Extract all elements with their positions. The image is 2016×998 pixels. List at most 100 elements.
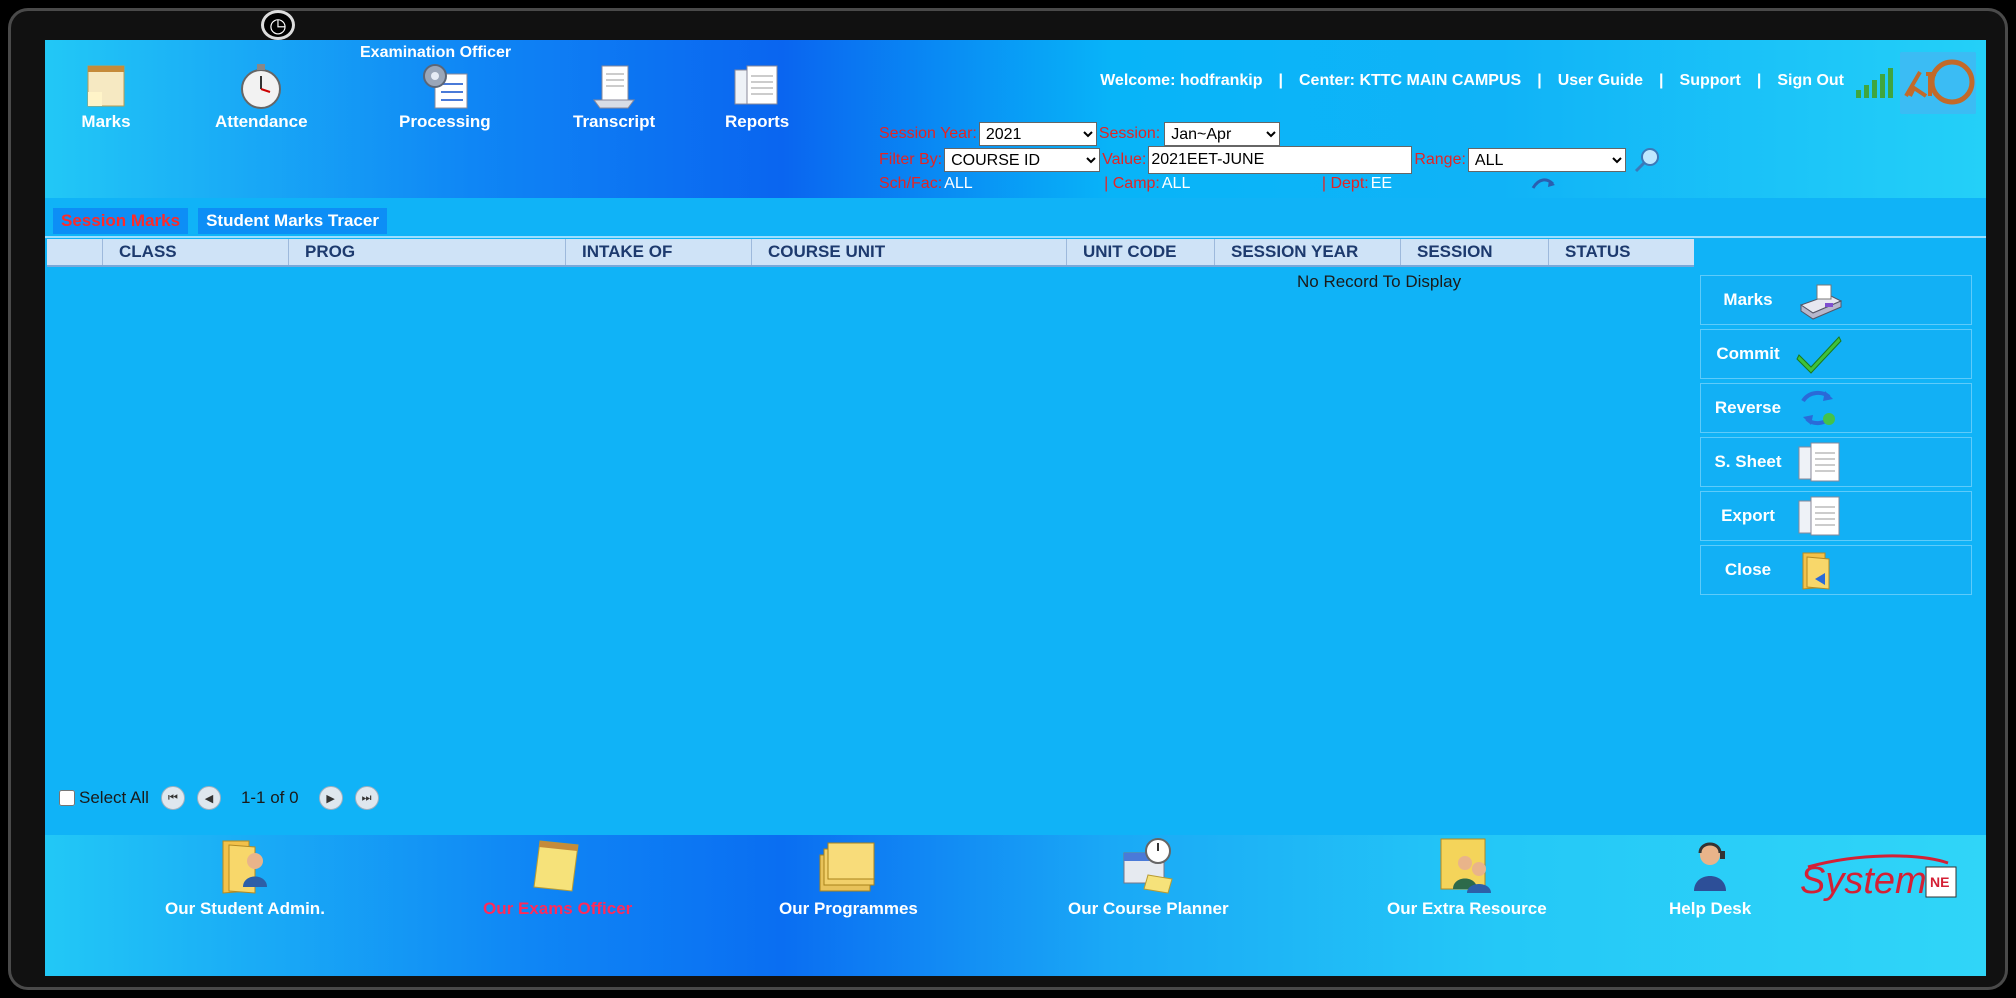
export-sheet-icon xyxy=(1798,496,1840,536)
schfac-label: Sch/Fac: xyxy=(879,175,943,192)
separator: | xyxy=(1659,72,1664,89)
folder-close-icon xyxy=(1802,552,1830,590)
column-prog[interactable]: PROG xyxy=(288,239,565,265)
footer-programmes[interactable]: Our Programmes xyxy=(779,835,918,919)
tab-bar: Session Marks Student Marks Tracer xyxy=(53,208,387,234)
prev-page-icon[interactable]: ◀ xyxy=(196,786,221,810)
dept-value: EE xyxy=(1370,175,1393,192)
role-title: Examination Officer xyxy=(360,44,512,61)
document-stack-icon xyxy=(593,65,636,109)
tab-session-marks[interactable]: Session Marks xyxy=(53,208,189,234)
brand-text: System xyxy=(1800,860,1927,902)
users-folder-icon xyxy=(1440,838,1491,893)
dept-label: | Dept: xyxy=(1321,175,1369,192)
session-year-label: Session Year: xyxy=(879,125,977,142)
footer: Our Student Admin. Our Exams Officer Our… xyxy=(45,835,1986,976)
footer-help-desk-label: Help Desk xyxy=(1669,899,1752,918)
footer-exams-officer-label: Our Exams Officer xyxy=(483,899,633,918)
notepad-icon xyxy=(87,65,125,107)
column-status[interactable]: STATUS xyxy=(1548,239,1694,265)
notepad-icon xyxy=(533,840,579,892)
next-page-icon[interactable]: ▶ xyxy=(318,786,343,810)
column-intake-of[interactable]: INTAKE OF xyxy=(565,239,751,265)
filter-by-select[interactable]: COURSE ID xyxy=(944,148,1101,172)
column-unit-code[interactable]: UNIT CODE xyxy=(1066,239,1214,265)
dept-picker-icon[interactable] xyxy=(1531,174,1557,194)
column-session-year[interactable]: SESSION YEAR xyxy=(1214,239,1400,265)
action-panel: Marks Commit Reverse S. Sheet Export Clo… xyxy=(1700,275,1972,599)
clock-icon: ◷ xyxy=(261,10,295,40)
svg-text:NE: NE xyxy=(1930,874,1949,890)
separator: | xyxy=(1756,72,1762,89)
nav-reports[interactable]: Reports xyxy=(725,62,789,132)
close-button[interactable]: Close xyxy=(1700,545,1972,595)
user-bar: Welcome: hodfrankip | Center: KTTC MAIN … xyxy=(1100,72,1844,90)
range-label: Range: xyxy=(1414,151,1466,168)
support-link[interactable]: Support xyxy=(1680,72,1741,90)
tab-student-marks-tracer[interactable]: Student Marks Tracer xyxy=(198,208,387,234)
commit-button-label: Commit xyxy=(1716,344,1780,363)
session-year-select[interactable]: 2021 xyxy=(978,122,1097,146)
tab-divider xyxy=(45,236,1986,238)
nav-marks-label: Marks xyxy=(81,112,131,131)
session-select[interactable]: Jan~Apr xyxy=(1164,122,1281,146)
s-sheet-button-label: S. Sheet xyxy=(1714,452,1782,471)
system-brand-logo: System NE xyxy=(1800,854,1957,902)
column-class[interactable]: CLASS xyxy=(102,239,288,265)
footer-help-desk[interactable]: Help Desk xyxy=(1669,835,1751,919)
user-guide-link[interactable]: User Guide xyxy=(1558,72,1643,90)
footer-programmes-label: Our Programmes xyxy=(779,899,918,918)
page-range-text: 1-1 of 0 xyxy=(240,788,299,807)
nav-reports-label: Reports xyxy=(725,112,790,131)
session-label: Session: xyxy=(1098,125,1161,142)
header: Examination Officer Marks Attendance Pro… xyxy=(45,40,1986,198)
export-button-label: Export xyxy=(1721,506,1775,525)
grid-header-select xyxy=(47,239,102,265)
column-session[interactable]: SESSION xyxy=(1400,239,1548,265)
nav-attendance-label: Attendance xyxy=(215,112,308,131)
footer-course-planner[interactable]: Our Course Planner xyxy=(1068,835,1229,919)
kttc-logo-icon xyxy=(1900,52,1976,114)
marks-button-label: Marks xyxy=(1723,290,1773,309)
checkmark-icon xyxy=(1796,336,1842,374)
s-sheet-button[interactable]: S. Sheet xyxy=(1700,437,1972,487)
commit-button[interactable]: Commit xyxy=(1700,329,1972,379)
grid-header: CLASS PROG INTAKE OF COURSE UNIT UNIT CO… xyxy=(47,239,1694,267)
nav-processing[interactable]: Processing xyxy=(399,62,491,132)
select-all[interactable]: Select All xyxy=(59,788,149,808)
device-frame: ◷ Examination Officer Marks Attendance P… xyxy=(8,8,2008,990)
nav-marks[interactable]: Marks xyxy=(80,62,132,132)
footer-extra-resource[interactable]: Our Extra Resource xyxy=(1387,835,1547,919)
footer-exams-officer[interactable]: Our Exams Officer xyxy=(483,835,632,919)
search-icon[interactable] xyxy=(1632,146,1662,174)
footer-student-admin[interactable]: Our Student Admin. xyxy=(165,835,325,919)
reverse-button-label: Reverse xyxy=(1714,398,1782,417)
camp-label: | Camp: xyxy=(1104,175,1160,192)
export-button[interactable]: Export xyxy=(1700,491,1972,541)
select-all-checkbox[interactable] xyxy=(59,790,75,806)
last-page-icon[interactable]: ⏭ xyxy=(354,786,379,810)
gear-list-icon xyxy=(422,64,468,109)
reverse-button[interactable]: Reverse xyxy=(1700,383,1972,433)
camp-value: ALL xyxy=(1161,175,1191,192)
footer-course-planner-label: Our Course Planner xyxy=(1068,899,1229,918)
center-text: Center: KTTC MAIN CAMPUS xyxy=(1298,72,1522,89)
column-course-unit[interactable]: COURSE UNIT xyxy=(751,239,1066,265)
value-label: Value: xyxy=(1102,151,1147,168)
app-screen: Examination Officer Marks Attendance Pro… xyxy=(45,40,1986,976)
schfac-value: ALL xyxy=(944,175,973,192)
marks-button[interactable]: Marks xyxy=(1700,275,1972,325)
first-page-icon[interactable]: ⏮ xyxy=(160,786,185,810)
nav-attendance[interactable]: Attendance xyxy=(215,62,308,132)
value-input[interactable] xyxy=(1148,146,1413,174)
records-grid: CLASS PROG INTAKE OF COURSE UNIT UNIT CO… xyxy=(47,239,1694,267)
range-select[interactable]: ALL xyxy=(1467,148,1626,172)
empty-message: No Record To Display xyxy=(1297,272,1462,291)
welcome-text: Welcome: hodfrankip xyxy=(1100,72,1263,89)
sign-out-link[interactable]: Sign Out xyxy=(1777,72,1844,90)
nav-transcript[interactable]: Transcript xyxy=(573,62,655,132)
select-all-label: Select All xyxy=(79,788,149,807)
close-button-label: Close xyxy=(1724,560,1772,579)
filter-by-label: Filter By: xyxy=(879,151,943,168)
nav-transcript-label: Transcript xyxy=(573,112,656,131)
